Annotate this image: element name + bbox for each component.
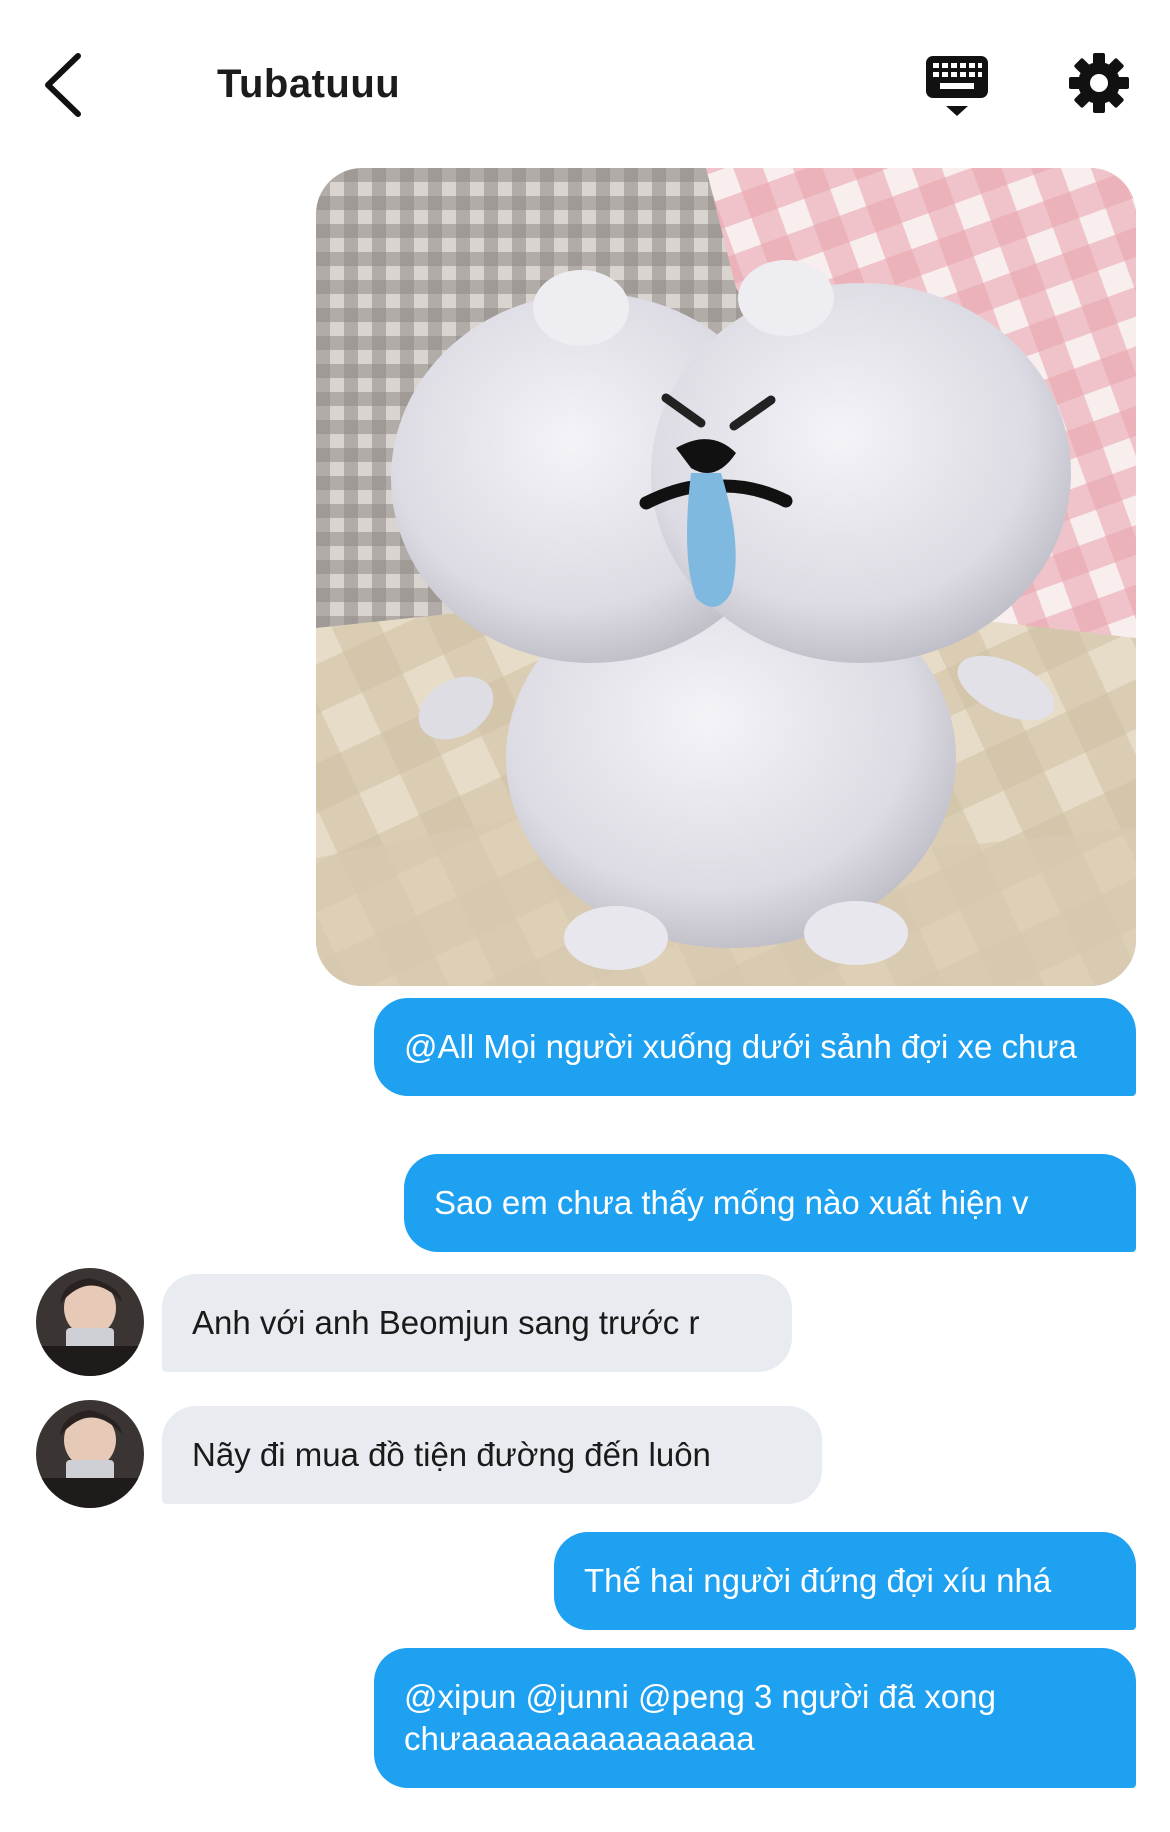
message-text: Nãy đi mua đồ tiện đường đến luôn <box>192 1436 711 1473</box>
message-text: @xipun @junni @peng 3 người đã xong chưa… <box>404 1678 996 1757</box>
message-bubble-outgoing[interactable]: Thế hai người đứng đợi xíu nhá <box>554 1532 1136 1630</box>
avatar-photo <box>36 1268 144 1376</box>
keyboard-icon <box>926 56 988 116</box>
photo-message[interactable] <box>316 168 1136 986</box>
message-text: Thế hai người đứng đợi xíu nhá <box>584 1562 1052 1599</box>
chevron-left-icon <box>45 53 81 117</box>
chat-title: Tubatuuu <box>217 62 401 106</box>
avatar[interactable] <box>36 1268 144 1376</box>
message-text: @All Mọi người xuống dưới sảnh đợi xe ch… <box>404 1028 1077 1065</box>
back-button[interactable] <box>38 50 98 120</box>
message-bubble-outgoing[interactable]: Sao em chưa thấy mống nào xuất hiện v <box>404 1154 1136 1252</box>
avatar-photo <box>36 1400 144 1508</box>
message-text: Sao em chưa thấy mống nào xuất hiện v <box>434 1184 1029 1221</box>
keyboard-toggle-button[interactable] <box>924 54 990 120</box>
avatar[interactable] <box>36 1400 144 1508</box>
chat-header: Tubatuuu <box>0 0 1170 170</box>
message-bubble-outgoing[interactable]: @xipun @junni @peng 3 người đã xong chưa… <box>374 1648 1136 1788</box>
plush-photo <box>316 168 1136 986</box>
message-text: Anh với anh Beomjun sang trước r <box>192 1304 700 1341</box>
message-bubble-outgoing[interactable]: @All Mọi người xuống dưới sảnh đợi xe ch… <box>374 998 1136 1096</box>
message-bubble-incoming[interactable]: Nãy đi mua đồ tiện đường đến luôn <box>162 1406 822 1504</box>
message-bubble-incoming[interactable]: Anh với anh Beomjun sang trước r <box>162 1274 792 1372</box>
gear-icon <box>1069 53 1129 113</box>
settings-button[interactable] <box>1068 52 1130 114</box>
